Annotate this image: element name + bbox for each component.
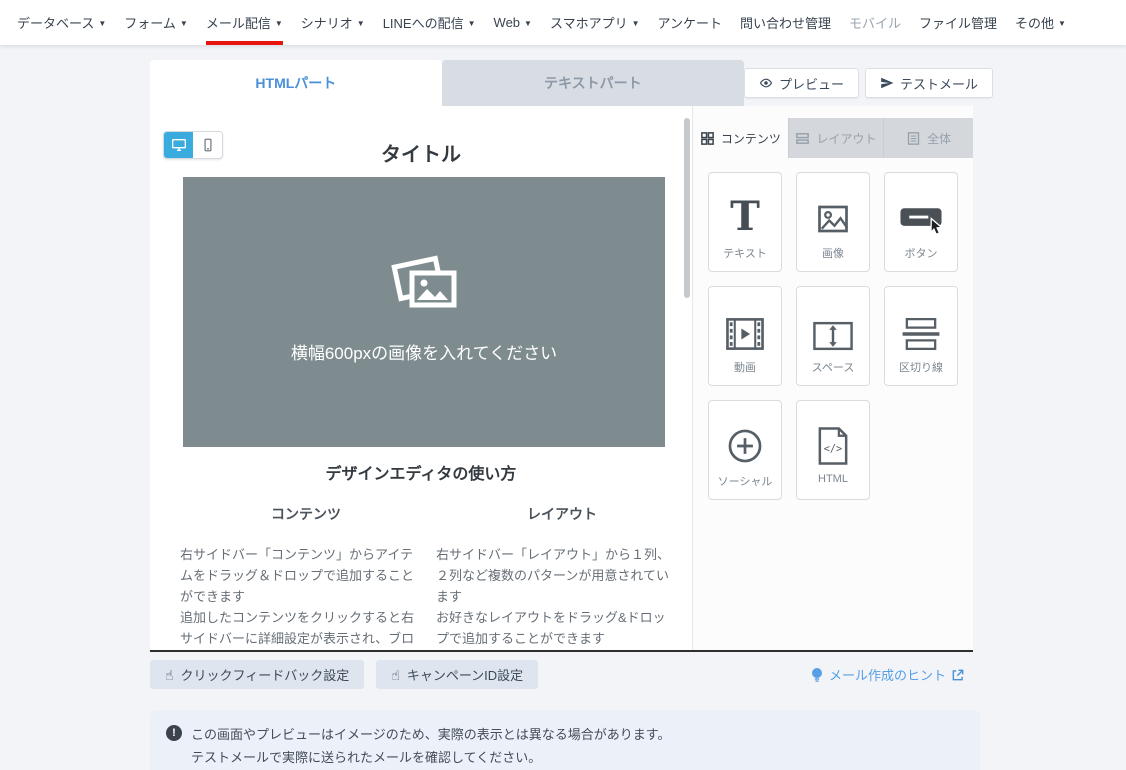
page: データベース▼ フォーム▼ メール配信▼ シナリオ▼ LINEへの配信▼ Web… (0, 0, 1126, 770)
nav-item-line-delivery[interactable]: LINEへの配信▼ (374, 0, 485, 45)
document-icon (906, 131, 921, 146)
nav-item-web[interactable]: Web▼ (485, 0, 541, 45)
html-file-icon: </> (816, 427, 850, 465)
nav-item-database[interactable]: データベース▼ (8, 0, 115, 45)
tab-strip: HTMLパート テキストパート プレビュー テストメール (150, 60, 993, 106)
nav-item-smartphone-app[interactable]: スマホアプリ▼ (541, 0, 649, 45)
chevron-down-icon: ▼ (98, 19, 106, 28)
mail-creation-hint-link[interactable]: メール作成のヒント (810, 665, 965, 684)
nav-item-form[interactable]: フォーム▼ (115, 0, 197, 45)
image-placeholder[interactable]: 横幅600pxの画像を入れてください (183, 177, 665, 447)
editor-card: タイトル 横幅600pxの画像を入れてください デザインエディタの使い方 コンテ… (150, 106, 973, 652)
content-item-divider[interactable]: 区切り線 (884, 286, 958, 386)
external-link-icon (951, 668, 965, 682)
content-item-image[interactable]: 画像 (796, 172, 870, 272)
chevron-down-icon: ▼ (275, 19, 283, 28)
svg-text:</>: </> (824, 444, 842, 455)
pointing-hand-icon: ☝ (165, 668, 174, 682)
footer-controls: ☝ クリックフィードバック設定 ☝ キャンペーンID設定 メール作成のヒント (150, 660, 993, 689)
nav-item-others[interactable]: その他▼ (1006, 0, 1075, 45)
tab-html-part[interactable]: HTMLパート (150, 60, 442, 106)
lightbulb-icon (810, 667, 824, 683)
content-item-video[interactable]: 動画 (708, 286, 782, 386)
scrollbar[interactable] (684, 118, 690, 298)
sidebar-tab-contents[interactable]: コンテンツ (693, 118, 788, 158)
notice-banner: ! この画面やプレビューはイメージのため、実際の表示とは異なる場合があります。 … (150, 710, 980, 770)
social-plus-icon (726, 427, 764, 465)
sidebar: コンテンツ レイアウト 全体 T テキスト 画像 (692, 106, 973, 650)
content-items-grid: T テキスト 画像 ボタン 動画 スペース (693, 158, 973, 500)
email-editor-canvas: タイトル 横幅600pxの画像を入れてください デザインエディタの使い方 コンテ… (150, 106, 692, 650)
content-item-space[interactable]: スペース (796, 286, 870, 386)
sidebar-tab-whole[interactable]: 全体 (883, 118, 973, 158)
nav-item-inquiry-management[interactable]: 問い合わせ管理 (731, 0, 840, 45)
top-nav: データベース▼ フォーム▼ メール配信▼ シナリオ▼ LINEへの配信▼ Web… (0, 0, 1126, 45)
guide-title: デザインエディタの使い方 (150, 460, 692, 484)
paper-plane-icon (880, 76, 894, 90)
preview-button[interactable]: プレビュー (744, 68, 859, 98)
test-mail-button[interactable]: テストメール (865, 68, 993, 98)
chevron-down-icon: ▼ (1058, 19, 1066, 28)
info-icon: ! (166, 725, 182, 741)
content-item-button[interactable]: ボタン (884, 172, 958, 272)
nav-item-file-management[interactable]: ファイル管理 (910, 0, 1006, 45)
eye-icon (759, 76, 773, 90)
guide-column-body: 右サイドバー「コンテンツ」からアイテ ムをドラッグ＆ドロップで追加すること がで… (180, 544, 432, 650)
chevron-down-icon: ▼ (524, 19, 532, 28)
chevron-down-icon: ▼ (632, 19, 640, 28)
sidebar-tabs: コンテンツ レイアウト 全体 (693, 118, 973, 158)
divider-icon (901, 317, 941, 351)
text-icon: T (730, 197, 760, 237)
nav-item-mobile[interactable]: モバイル (840, 0, 910, 45)
click-feedback-settings-button[interactable]: ☝ クリックフィードバック設定 (150, 660, 364, 689)
guide-column-heading: コンテンツ (180, 504, 432, 524)
nav-item-scenario[interactable]: シナリオ▼ (292, 0, 374, 45)
email-title[interactable]: タイトル (150, 138, 692, 167)
content-item-html[interactable]: </> HTML (796, 400, 870, 500)
image-icon (815, 201, 851, 237)
notice-text: この画面やプレビューはイメージのため、実際の表示とは異なる場合があります。 テス… (191, 723, 670, 770)
nav-item-survey[interactable]: アンケート (649, 0, 731, 45)
tab-text-part[interactable]: テキストパート (442, 60, 744, 106)
chevron-down-icon: ▼ (180, 19, 188, 28)
layout-icon (795, 131, 810, 146)
guide-column-body: 右サイドバー「レイアウト」から１列、 ２列など複数のパターンが用意されてい ます… (436, 544, 688, 649)
chevron-down-icon: ▼ (468, 19, 476, 28)
campaign-id-settings-button[interactable]: ☝ キャンペーンID設定 (376, 660, 538, 689)
space-icon (813, 321, 853, 351)
nav-item-mail-delivery[interactable]: メール配信▼ (197, 0, 292, 45)
grid-icon (700, 131, 715, 146)
pointing-hand-icon: ☝ (391, 668, 400, 682)
sidebar-tab-layout[interactable]: レイアウト (788, 118, 884, 158)
guide-column-heading: レイアウト (436, 504, 688, 524)
content-item-text[interactable]: T テキスト (708, 172, 782, 272)
chevron-down-icon: ▼ (357, 19, 365, 28)
button-icon (899, 203, 943, 237)
photos-icon (388, 255, 460, 317)
content-item-social[interactable]: ソーシャル (708, 400, 782, 500)
image-placeholder-text: 横幅600pxの画像を入れてください (291, 339, 557, 364)
video-icon (726, 317, 764, 351)
